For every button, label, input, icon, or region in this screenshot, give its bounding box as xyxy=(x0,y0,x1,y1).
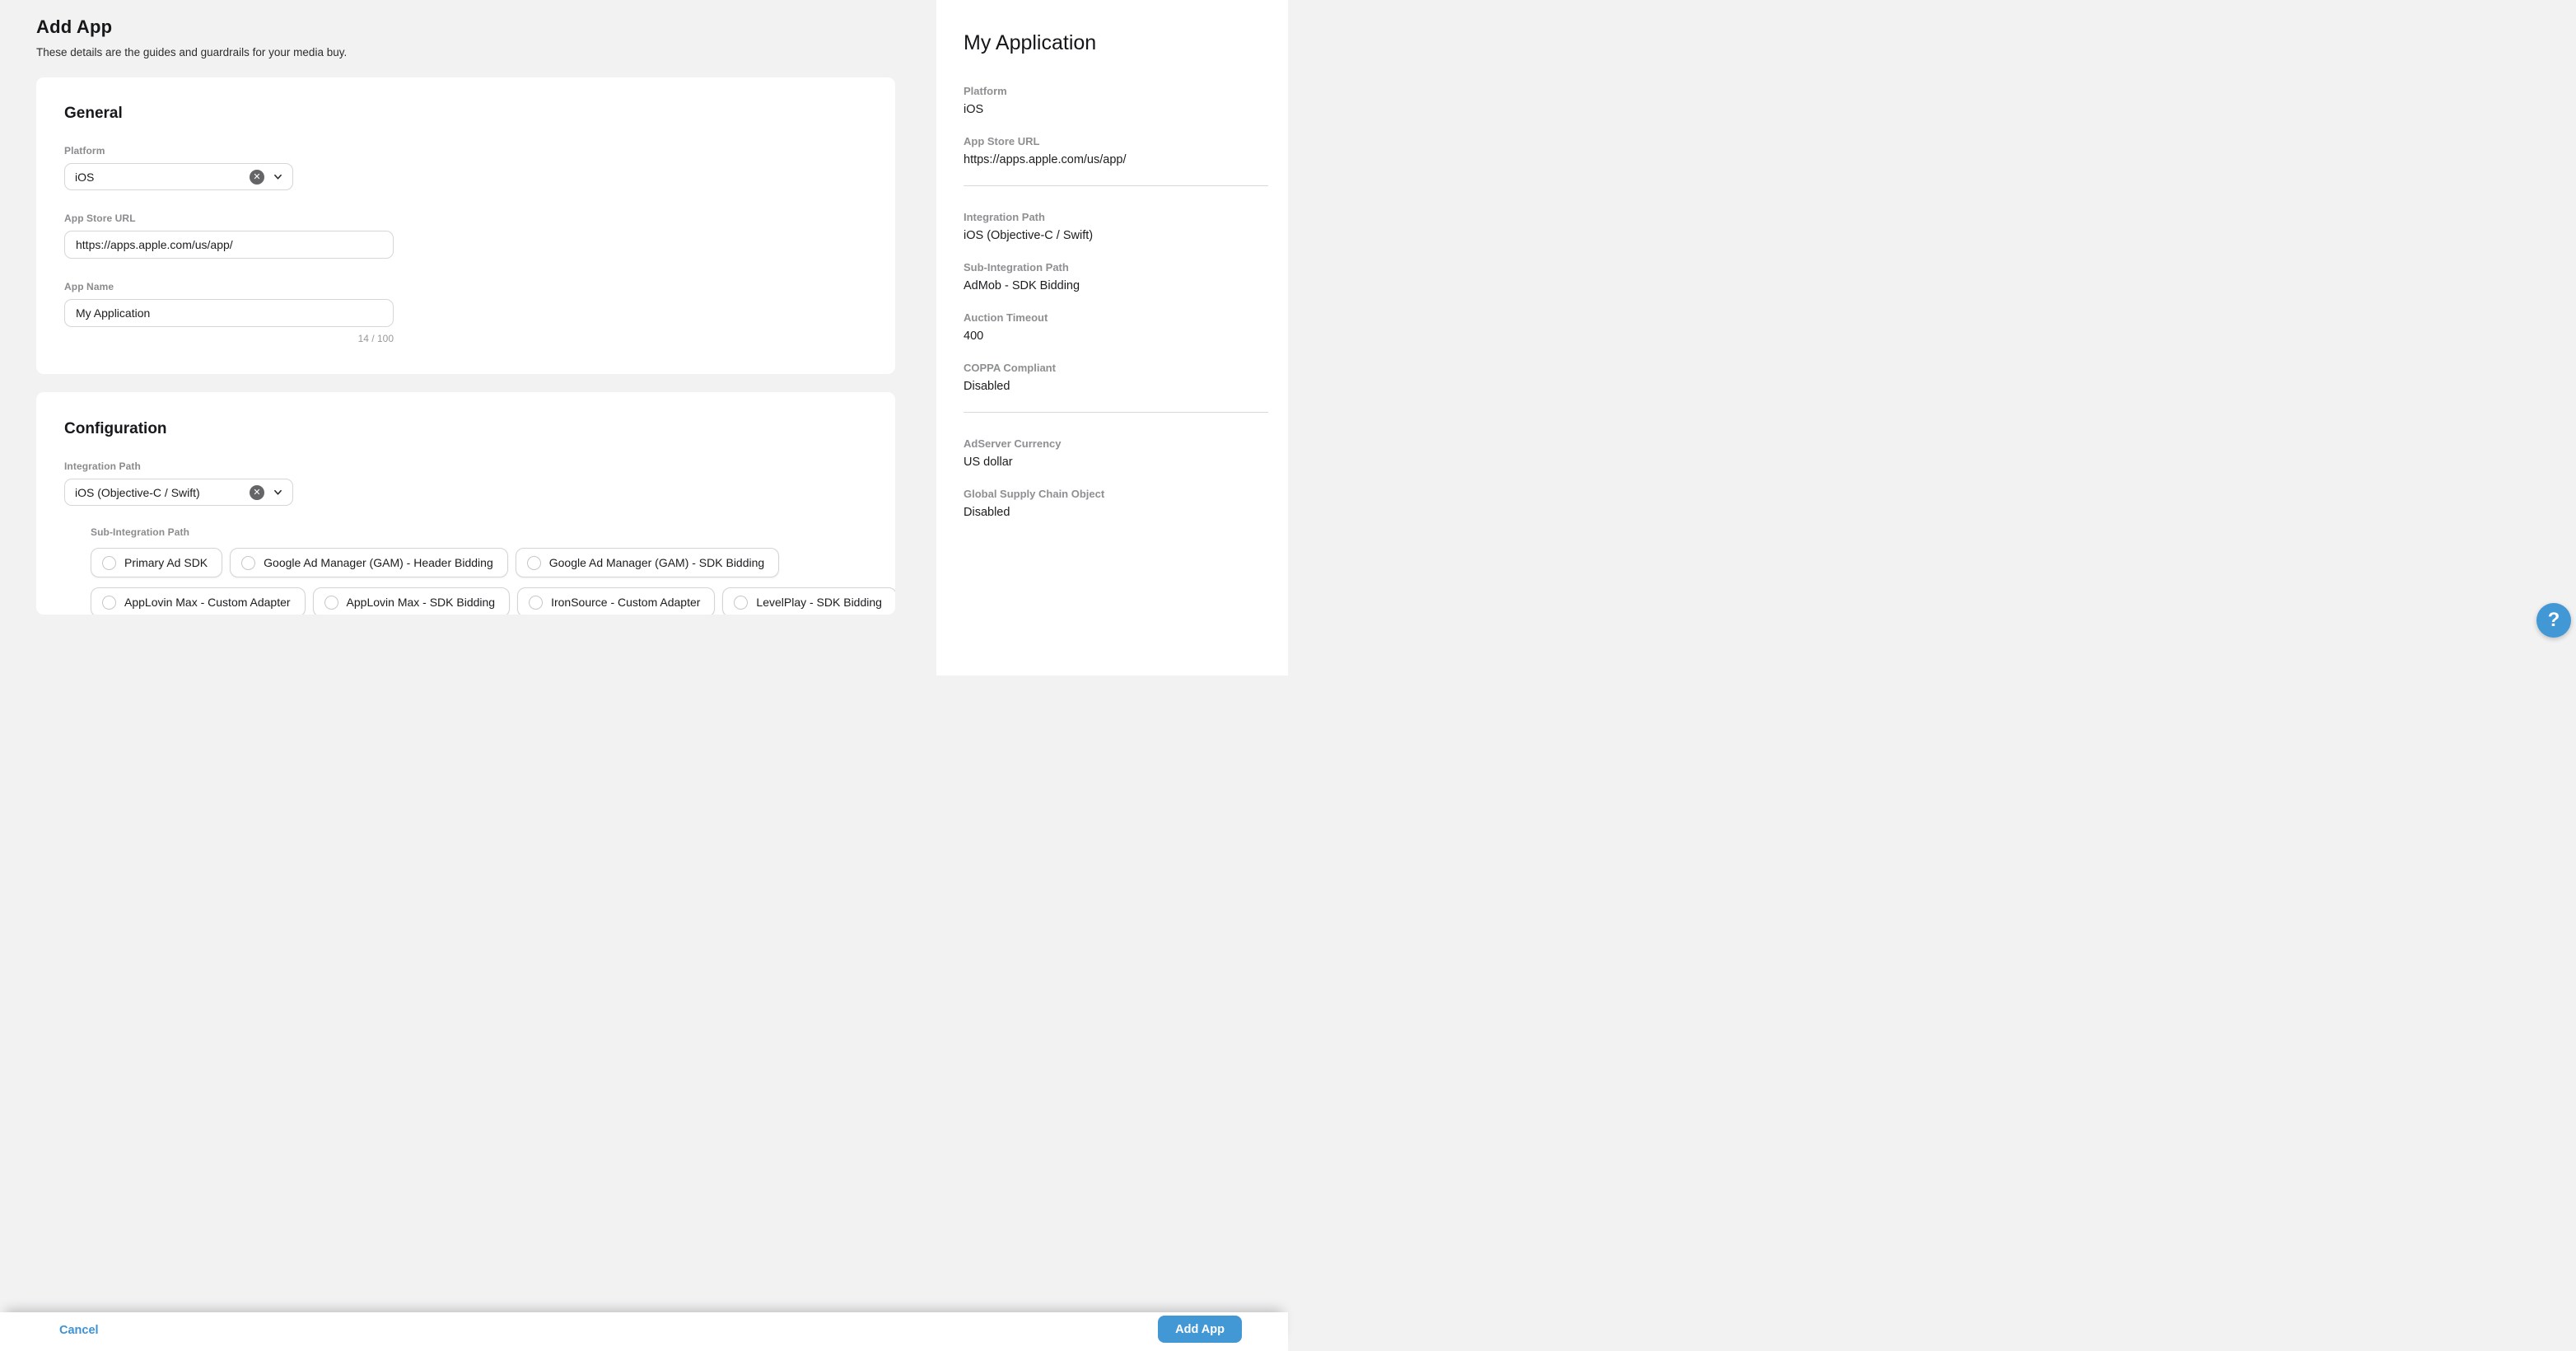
radio-button-icon[interactable] xyxy=(102,596,116,610)
platform-select[interactable]: iOS ✕ xyxy=(64,163,293,190)
integration-path-label: Integration Path xyxy=(64,460,867,472)
radio-button-icon[interactable] xyxy=(527,556,541,570)
cancel-button[interactable]: Cancel xyxy=(59,1324,99,1337)
summary-label: AdServer Currency xyxy=(964,437,1268,450)
radio-button-icon[interactable] xyxy=(102,556,116,570)
configuration-section-heading: Configuration xyxy=(64,420,867,438)
integration-path-select-value: iOS (Objective-C / Swift) xyxy=(75,486,250,499)
option-ironsource-custom-adapter[interactable]: IronSource - Custom Adapter xyxy=(517,587,715,615)
sub-integration-path-group: Sub-Integration Path Primary Ad SDK Goog… xyxy=(91,526,867,615)
app-store-url-label: App Store URL xyxy=(64,213,867,224)
summary-value: US dollar xyxy=(964,456,1268,469)
summary-item-platform: Platform iOS xyxy=(964,85,1268,116)
app-store-url-field: App Store URL xyxy=(64,213,867,259)
option-label: Google Ad Manager (GAM) - Header Bidding xyxy=(264,556,493,569)
question-mark-icon: ? xyxy=(2548,609,2560,631)
app-store-url-input[interactable] xyxy=(64,231,394,259)
summary-item-app-store-url: App Store URL https://apps.apple.com/us/… xyxy=(964,135,1268,166)
configuration-section-card: Configuration Integration Path iOS (Obje… xyxy=(36,392,895,615)
summary-label: App Store URL xyxy=(964,135,1268,147)
app-name-field: App Name 14 / 100 xyxy=(64,281,867,344)
app-name-char-counter: 14 / 100 xyxy=(64,333,394,344)
option-gam-sdk-bidding[interactable]: Google Ad Manager (GAM) - SDK Bidding xyxy=(516,548,779,577)
summary-title: My Application xyxy=(964,31,1268,55)
summary-divider xyxy=(964,412,1268,413)
summary-label: COPPA Compliant xyxy=(964,362,1268,374)
summary-label: Auction Timeout xyxy=(964,311,1268,324)
summary-value: Disabled xyxy=(964,380,1268,393)
clear-icon[interactable]: ✕ xyxy=(250,170,264,185)
app-name-input[interactable] xyxy=(64,299,394,327)
summary-label: Integration Path xyxy=(964,211,1268,223)
summary-item-global-supply-chain: Global Supply Chain Object Disabled xyxy=(964,488,1268,519)
summary-label: Global Supply Chain Object xyxy=(964,488,1268,500)
summary-item-auction-timeout: Auction Timeout 400 xyxy=(964,311,1268,343)
option-label: IronSource - Custom Adapter xyxy=(551,596,700,609)
radio-button-icon[interactable] xyxy=(241,556,255,570)
platform-select-value: iOS xyxy=(75,171,250,184)
general-section-card: General Platform iOS ✕ App Store URL App… xyxy=(36,77,895,374)
option-label: AppLovin Max - SDK Bidding xyxy=(347,596,496,609)
summary-divider xyxy=(964,185,1268,186)
summary-item-coppa: COPPA Compliant Disabled xyxy=(964,362,1268,393)
option-gam-header-bidding[interactable]: Google Ad Manager (GAM) - Header Bidding xyxy=(230,548,508,577)
radio-button-icon[interactable] xyxy=(529,596,543,610)
sub-integration-row-1: Primary Ad SDK Google Ad Manager (GAM) -… xyxy=(91,548,867,577)
help-button[interactable]: ? xyxy=(2536,603,2571,638)
integration-path-select[interactable]: iOS (Objective-C / Swift) ✕ xyxy=(64,479,293,506)
platform-label: Platform xyxy=(64,145,867,157)
main-content-area: Add App These details are the guides and… xyxy=(0,0,936,676)
app-name-label: App Name xyxy=(64,281,867,292)
option-levelplay-sdk-bidding[interactable]: LevelPlay - SDK Bidding xyxy=(722,587,895,615)
page-header: Add App These details are the guides and… xyxy=(0,0,936,58)
page-title: Add App xyxy=(36,16,936,38)
footer-action-bar: Cancel Add App xyxy=(0,1312,1288,1351)
option-label: Google Ad Manager (GAM) - SDK Bidding xyxy=(549,556,764,569)
add-app-button[interactable]: Add App xyxy=(1158,1316,1242,1343)
summary-item-integration-path: Integration Path iOS (Objective-C / Swif… xyxy=(964,211,1268,242)
option-label: LevelPlay - SDK Bidding xyxy=(756,596,882,609)
summary-label: Platform xyxy=(964,85,1268,97)
general-section-heading: General xyxy=(64,105,867,123)
summary-value: iOS (Objective-C / Swift) xyxy=(964,229,1268,242)
sub-integration-path-label: Sub-Integration Path xyxy=(91,526,867,538)
clear-icon[interactable]: ✕ xyxy=(250,485,264,500)
summary-item-adserver-currency: AdServer Currency US dollar xyxy=(964,437,1268,469)
option-primary-ad-sdk[interactable]: Primary Ad SDK xyxy=(91,548,222,577)
chevron-down-icon[interactable] xyxy=(273,488,282,497)
platform-field: Platform iOS ✕ xyxy=(64,145,867,190)
option-applovin-sdk-bidding[interactable]: AppLovin Max - SDK Bidding xyxy=(313,587,511,615)
option-applovin-custom-adapter[interactable]: AppLovin Max - Custom Adapter xyxy=(91,587,306,615)
summary-value: iOS xyxy=(964,103,1268,116)
sub-integration-row-2: AppLovin Max - Custom Adapter AppLovin M… xyxy=(91,587,867,615)
summary-value: https://apps.apple.com/us/app/ xyxy=(964,153,1268,166)
sub-integration-options: Primary Ad SDK Google Ad Manager (GAM) -… xyxy=(91,548,867,615)
summary-value: AdMob - SDK Bidding xyxy=(964,279,1268,292)
summary-value: Disabled xyxy=(964,506,1268,519)
chevron-down-icon[interactable] xyxy=(273,172,282,181)
radio-button-icon[interactable] xyxy=(734,596,748,610)
summary-sidebar: My Application Platform iOS App Store UR… xyxy=(936,0,1288,676)
option-label: AppLovin Max - Custom Adapter xyxy=(124,596,291,609)
radio-button-icon[interactable] xyxy=(324,596,338,610)
summary-value: 400 xyxy=(964,330,1268,343)
integration-path-field: Integration Path iOS (Objective-C / Swif… xyxy=(64,460,867,506)
option-label: Primary Ad SDK xyxy=(124,556,208,569)
page-subtitle: These details are the guides and guardra… xyxy=(36,46,936,58)
summary-label: Sub-Integration Path xyxy=(964,261,1268,273)
summary-item-sub-integration-path: Sub-Integration Path AdMob - SDK Bidding xyxy=(964,261,1268,292)
